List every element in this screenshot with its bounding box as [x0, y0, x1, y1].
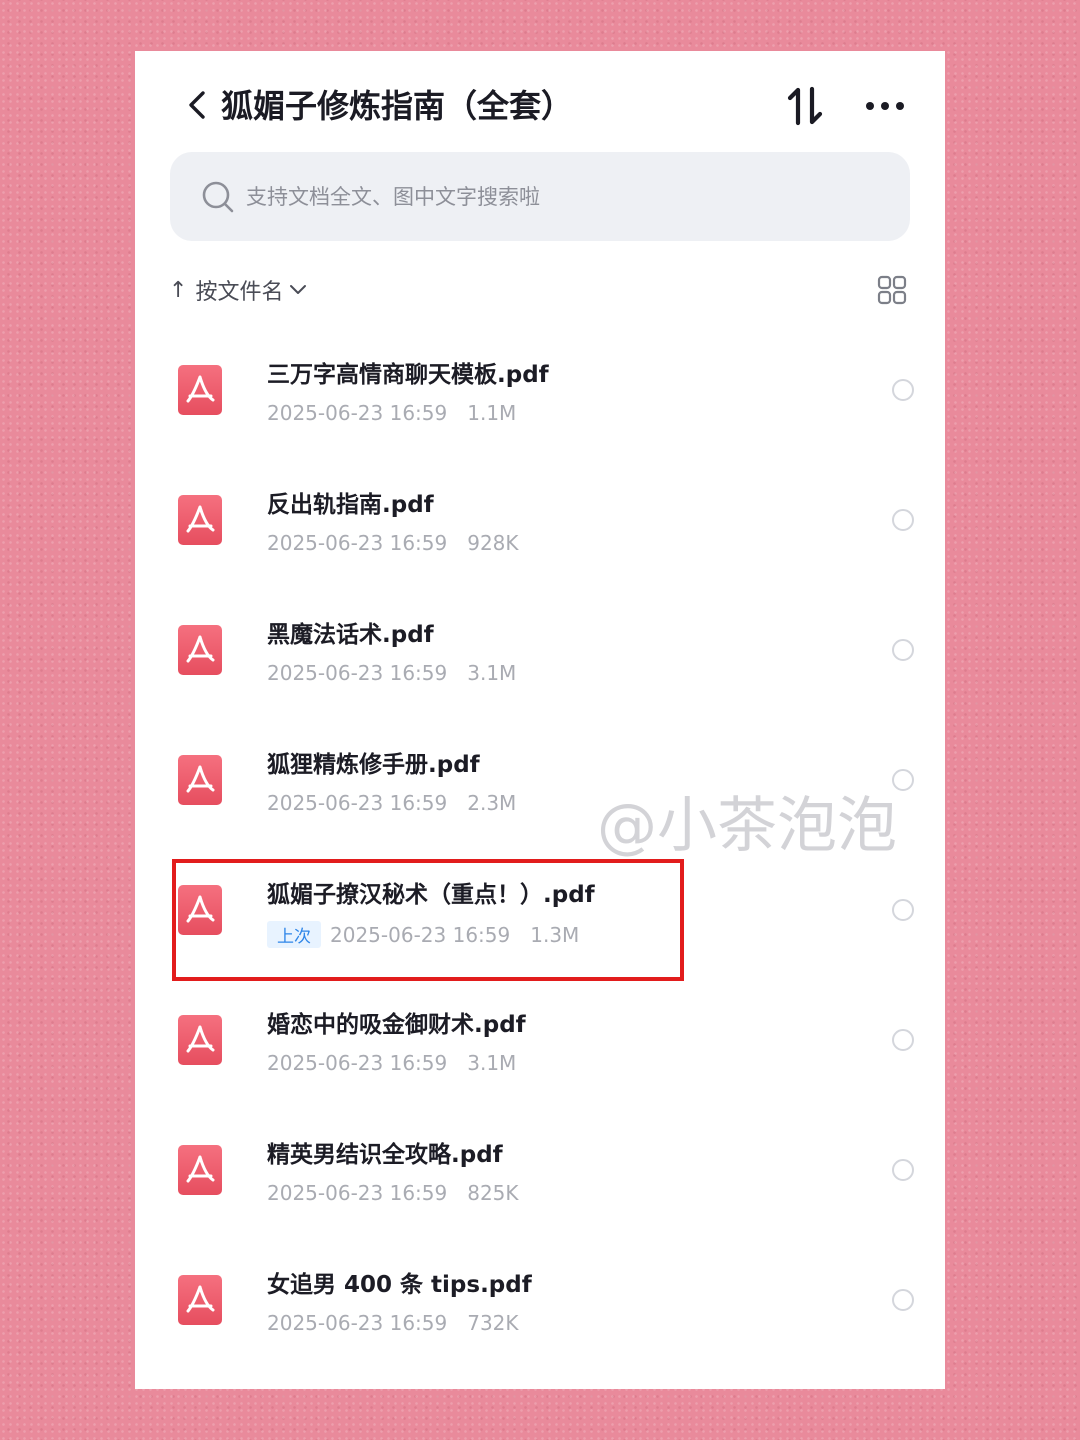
pdf-file-icon [178, 1275, 222, 1325]
header: 狐媚子修炼指南（全套） [135, 51, 945, 161]
select-checkbox[interactable] [892, 899, 914, 921]
file-name: 三万字高情商聊天模板.pdf [267, 362, 549, 388]
pdf-file-icon [178, 1015, 222, 1065]
pdf-file-icon [178, 885, 222, 935]
file-meta: 上次 2025-06-23 16:59 1.3M [267, 921, 579, 948]
file-size: 2.3M [467, 791, 517, 815]
file-name: 婚恋中的吸金御财术.pdf [267, 1012, 526, 1038]
file-name: 女追男 400 条 tips.pdf [267, 1272, 532, 1298]
watermark: @小茶泡泡 [597, 791, 897, 861]
recent-badge: 上次 [267, 921, 321, 948]
file-date: 2025-06-23 16:59 [330, 922, 511, 947]
file-name: 狐狸精炼修手册.pdf [267, 752, 480, 778]
file-date: 2025-06-23 16:59 [267, 401, 448, 425]
sort-by-filename-dropdown[interactable]: ↑ 按文件名 [169, 273, 308, 307]
pdf-file-icon [178, 365, 222, 415]
sort-toggle-icon [787, 86, 823, 126]
file-row[interactable]: 黑魔法话术.pdf 2025-06-23 16:59 3.1M [135, 585, 945, 715]
more-options-button[interactable] [863, 89, 907, 123]
file-browser-panel: 狐媚子修炼指南（全套） ↑ 按文件名 [135, 51, 945, 1389]
file-size: 1.3M [530, 922, 580, 947]
file-date: 2025-06-23 16:59 [267, 531, 448, 555]
back-button[interactable] [179, 85, 215, 125]
file-date: 2025-06-23 16:59 [267, 1051, 448, 1075]
file-name: 黑魔法话术.pdf [267, 622, 434, 648]
file-size: 1.1M [467, 401, 517, 425]
pdf-file-icon [178, 625, 222, 675]
file-meta: 2025-06-23 16:59 3.1M [267, 1051, 516, 1075]
select-checkbox[interactable] [892, 1289, 914, 1311]
page-title: 狐媚子修炼指南（全套） [221, 87, 574, 125]
select-checkbox[interactable] [892, 1159, 914, 1181]
file-size: 928K [467, 531, 519, 555]
select-checkbox[interactable] [892, 509, 914, 531]
file-meta: 2025-06-23 16:59 732K [267, 1311, 519, 1335]
pdf-file-icon [178, 755, 222, 805]
file-row[interactable]: 婚恋中的吸金御财术.pdf 2025-06-23 16:59 3.1M [135, 975, 945, 1105]
file-date: 2025-06-23 16:59 [267, 1181, 448, 1205]
search-bar[interactable] [170, 152, 910, 241]
pdf-file-icon [178, 495, 222, 545]
file-size: 3.1M [467, 661, 517, 685]
grid-view-icon [877, 275, 907, 305]
file-meta: 2025-06-23 16:59 1.1M [267, 401, 516, 425]
select-checkbox[interactable] [892, 1029, 914, 1051]
grid-view-button[interactable] [877, 275, 907, 305]
select-checkbox[interactable] [892, 639, 914, 661]
chevron-down-icon [290, 285, 307, 294]
file-meta: 2025-06-23 16:59 825K [267, 1181, 519, 1205]
sort-toggle-button[interactable] [785, 85, 827, 127]
file-row[interactable]: 反出轨指南.pdf 2025-06-23 16:59 928K [135, 455, 945, 585]
file-name: 反出轨指南.pdf [267, 492, 434, 518]
file-name: 狐媚子撩汉秘术（重点！）.pdf [267, 882, 595, 908]
select-checkbox[interactable] [892, 379, 914, 401]
pdf-file-icon [178, 1145, 222, 1195]
sort-direction-arrow: ↑ [169, 277, 188, 303]
sort-label: 按文件名 [195, 280, 284, 305]
search-input[interactable] [246, 184, 846, 209]
file-size: 3.1M [467, 1051, 517, 1075]
file-row[interactable]: 三万字高情商聊天模板.pdf 2025-06-23 16:59 1.1M [135, 325, 945, 455]
back-arrow-icon [189, 91, 205, 119]
more-icon [866, 102, 904, 110]
file-name: 精英男结识全攻略.pdf [267, 1142, 503, 1168]
file-date: 2025-06-23 16:59 [267, 1311, 448, 1335]
file-meta: 2025-06-23 16:59 2.3M [267, 791, 516, 815]
file-date: 2025-06-23 16:59 [267, 791, 448, 815]
file-meta: 2025-06-23 16:59 928K [267, 531, 519, 555]
search-icon [202, 181, 234, 212]
file-date: 2025-06-23 16:59 [267, 661, 448, 685]
file-meta: 2025-06-23 16:59 3.1M [267, 661, 516, 685]
file-size: 825K [467, 1181, 519, 1205]
file-row[interactable]: 精英男结识全攻略.pdf 2025-06-23 16:59 825K [135, 1105, 945, 1235]
file-size: 732K [467, 1311, 519, 1335]
file-row[interactable]: 女追男 400 条 tips.pdf 2025-06-23 16:59 732K [135, 1235, 945, 1365]
file-row-recent[interactable]: 狐媚子撩汉秘术（重点！）.pdf 上次 2025-06-23 16:59 1.3… [135, 845, 945, 975]
